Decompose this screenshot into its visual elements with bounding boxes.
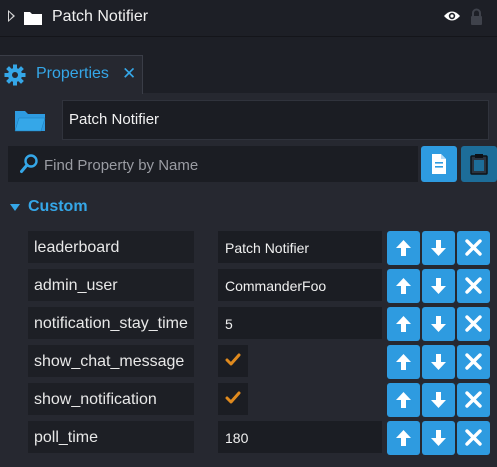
arrow-down-icon: [431, 392, 446, 408]
copy-button[interactable]: [421, 146, 457, 182]
close-icon[interactable]: ✕: [122, 64, 136, 84]
move-up-button[interactable]: [387, 345, 420, 379]
property-value-field[interactable]: Patch Notifier: [218, 231, 382, 263]
tab-properties[interactable]: Properties ✕: [0, 55, 143, 94]
delete-button[interactable]: [457, 345, 490, 379]
arrow-down-icon: [431, 430, 446, 446]
search-box: [8, 146, 418, 184]
folder-icon: [14, 110, 46, 137]
property-value-field[interactable]: 180: [218, 421, 382, 453]
arrow-down-icon: [431, 354, 446, 370]
property-row-leaderboard: leaderboard Patch Notifier: [0, 231, 497, 265]
property-name: notification_stay_time: [28, 307, 194, 339]
move-down-button[interactable]: [422, 421, 455, 455]
property-row-notification-stay-time: notification_stay_time 5: [0, 307, 497, 341]
move-up-button[interactable]: [387, 383, 420, 417]
delete-button[interactable]: [457, 231, 490, 265]
property-name: show_chat_message: [28, 345, 194, 377]
gear-icon: [4, 64, 26, 91]
arrow-up-icon: [396, 316, 411, 332]
property-row-show-chat-message: show_chat_message: [0, 345, 497, 379]
arrow-up-icon: [396, 240, 411, 256]
tab-properties-label: Properties: [36, 65, 109, 82]
property-name: admin_user: [28, 269, 194, 301]
property-name: poll_time: [28, 421, 194, 453]
arrow-down-icon: [431, 278, 446, 294]
arrow-up-icon: [396, 430, 411, 446]
property-row-show-notification: show_notification: [0, 383, 497, 417]
arrow-down-icon: [431, 316, 446, 332]
delete-icon: [465, 429, 482, 446]
delete-icon: [465, 391, 482, 408]
property-row-poll-time: poll_time 180: [0, 421, 497, 455]
paste-button[interactable]: [461, 146, 497, 182]
search-icon: [20, 154, 38, 179]
checkmark-icon: [225, 391, 241, 404]
move-down-button[interactable]: [422, 231, 455, 265]
eye-icon[interactable]: [443, 9, 461, 28]
property-checkbox[interactable]: [218, 345, 248, 377]
move-up-button[interactable]: [387, 421, 420, 455]
arrow-up-icon: [396, 354, 411, 370]
object-name-field[interactable]: Patch Notifier: [62, 100, 489, 140]
arrow-up-icon: [396, 392, 411, 408]
property-checkbox[interactable]: [218, 383, 248, 415]
expand-arrow-icon[interactable]: [8, 10, 15, 22]
move-up-button[interactable]: [387, 307, 420, 341]
search-input[interactable]: [42, 146, 416, 184]
delete-icon: [465, 353, 482, 370]
property-name: show_notification: [28, 383, 194, 415]
hierarchy-row[interactable]: Patch Notifier: [0, 0, 497, 37]
folder-icon: [24, 11, 42, 30]
property-name: leaderboard: [28, 231, 194, 263]
delete-icon: [465, 315, 482, 332]
copy-icon: [432, 154, 446, 174]
delete-icon: [465, 239, 482, 256]
arrow-up-icon: [396, 278, 411, 294]
paste-icon: [470, 154, 488, 175]
collapse-arrow-icon: [10, 204, 20, 211]
property-value-field[interactable]: CommanderFoo: [218, 269, 382, 301]
move-up-button[interactable]: [387, 231, 420, 265]
property-row-admin-user: admin_user CommanderFoo: [0, 269, 497, 303]
section-custom-label: Custom: [28, 198, 88, 215]
delete-button[interactable]: [457, 421, 490, 455]
delete-button[interactable]: [457, 269, 490, 303]
lock-icon[interactable]: [470, 8, 483, 30]
tab-bar: Properties ✕: [0, 37, 497, 94]
property-value-field[interactable]: 5: [218, 307, 382, 339]
move-up-button[interactable]: [387, 269, 420, 303]
arrow-down-icon: [431, 240, 446, 256]
move-down-button[interactable]: [422, 345, 455, 379]
move-down-button[interactable]: [422, 383, 455, 417]
delete-button[interactable]: [457, 383, 490, 417]
checkmark-icon: [225, 353, 241, 366]
move-down-button[interactable]: [422, 307, 455, 341]
hierarchy-item-title: Patch Notifier: [52, 8, 149, 25]
delete-icon: [465, 277, 482, 294]
delete-button[interactable]: [457, 307, 490, 341]
move-down-button[interactable]: [422, 269, 455, 303]
